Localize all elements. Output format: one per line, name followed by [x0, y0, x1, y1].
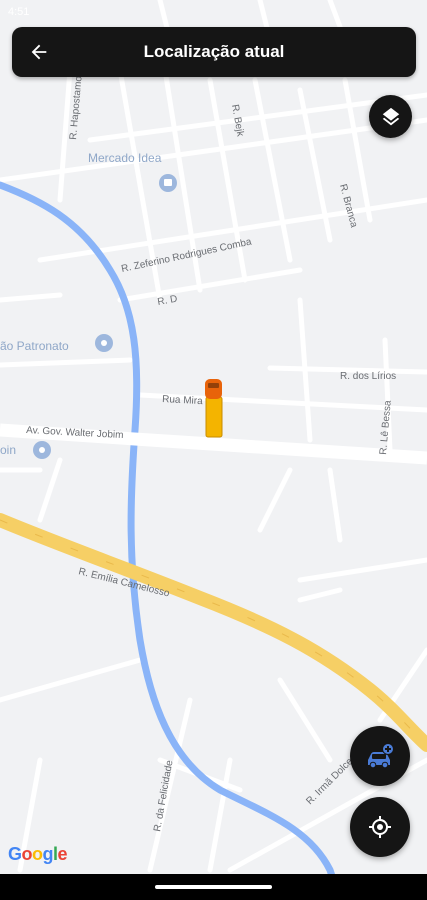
map-layers-button[interactable] [369, 95, 412, 138]
street-label: R. dos Lírios [340, 371, 396, 382]
arrow-left-icon [31, 44, 47, 60]
back-button[interactable] [22, 35, 56, 69]
car-plus-icon [368, 743, 394, 769]
logo-letter: g [42, 844, 54, 864]
home-gesture-handle[interactable] [155, 885, 272, 889]
logo-letter: e [57, 844, 68, 864]
system-nav-bar [0, 874, 427, 900]
logo-letter: o [32, 844, 43, 864]
app-bar: Localização atual [12, 27, 416, 77]
status-time: 4:51 [8, 6, 30, 18]
crosshair-icon [369, 816, 391, 838]
status-bar: 4:51 [0, 0, 427, 24]
google-logo: Google [8, 844, 68, 865]
add-vehicle-button[interactable] [350, 726, 410, 786]
my-location-button[interactable] [350, 797, 410, 857]
vehicle-marker[interactable] [205, 379, 223, 438]
poi-label: ão Patronato [0, 339, 69, 353]
page-title: Localização atual [143, 42, 285, 61]
logo-letter: o [21, 844, 33, 864]
street-label: Rua Mira [162, 394, 204, 407]
logo-letter: G [8, 844, 22, 864]
poi-label: oin [0, 443, 16, 457]
poi-label: Mercado Idea [88, 151, 162, 165]
layers-icon [382, 107, 399, 125]
